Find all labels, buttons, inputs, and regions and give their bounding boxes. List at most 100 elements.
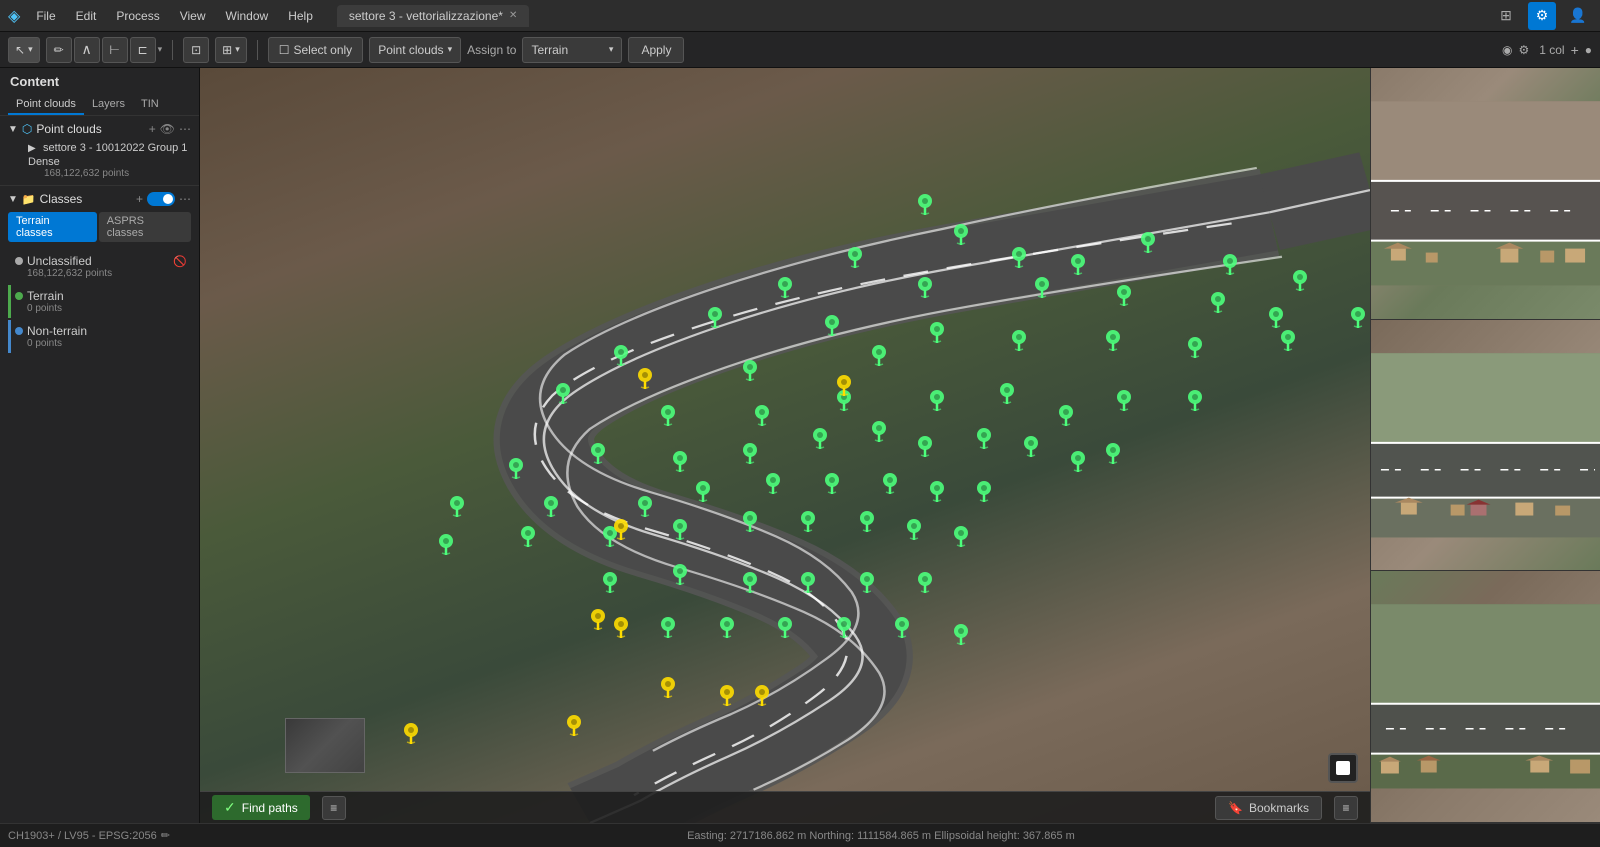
map-pin[interactable] bbox=[672, 563, 688, 589]
map-pin[interactable] bbox=[859, 510, 875, 536]
map-viewport[interactable]: ✓ Find paths ≡ 🔖 Bookmarks ≡ bbox=[200, 68, 1370, 823]
map-pin[interactable] bbox=[566, 714, 582, 740]
tab-close-button[interactable]: ✕ bbox=[509, 10, 517, 21]
add-col-button[interactable]: + bbox=[1571, 42, 1579, 58]
find-paths-button[interactable]: ✓ Find paths bbox=[212, 795, 310, 820]
map-pin[interactable] bbox=[906, 518, 922, 544]
menu-help[interactable]: Help bbox=[280, 7, 321, 25]
map-pin[interactable] bbox=[929, 480, 945, 506]
select-only-button[interactable]: ☐ Select only bbox=[268, 37, 363, 63]
asprs-classes-tab[interactable]: ASPRS classes bbox=[99, 212, 191, 242]
map-pin[interactable] bbox=[520, 525, 536, 551]
map-pin[interactable] bbox=[1116, 389, 1132, 415]
tab-point-clouds[interactable]: Point clouds bbox=[8, 95, 84, 115]
settings-filter-icon[interactable]: ⚙ bbox=[1518, 43, 1529, 57]
map-pin[interactable] bbox=[719, 684, 735, 710]
map-pin[interactable] bbox=[917, 276, 933, 302]
user-button[interactable]: 👤 bbox=[1564, 2, 1592, 30]
menu-window[interactable]: Window bbox=[218, 7, 277, 25]
map-pin[interactable] bbox=[672, 450, 688, 476]
map-pin[interactable] bbox=[742, 571, 758, 597]
map-pin[interactable] bbox=[672, 518, 688, 544]
map-pin[interactable] bbox=[695, 480, 711, 506]
bracket-tool-button[interactable]: ⊏ bbox=[130, 37, 156, 63]
map-pin[interactable] bbox=[836, 374, 852, 400]
classes-more-button[interactable]: ⋯ bbox=[179, 192, 191, 206]
classes-expand-arrow[interactable]: ▼ bbox=[8, 194, 18, 205]
map-pin[interactable] bbox=[1058, 404, 1074, 430]
classes-toggle[interactable] bbox=[147, 192, 175, 206]
map-pin[interactable] bbox=[1292, 269, 1308, 295]
map-pin[interactable] bbox=[824, 314, 840, 340]
map-pin[interactable] bbox=[742, 359, 758, 385]
map-pin[interactable] bbox=[1023, 435, 1039, 461]
map-collapse-right[interactable]: ≡ bbox=[1334, 796, 1358, 820]
map-pin[interactable] bbox=[953, 525, 969, 551]
map-pin[interactable] bbox=[917, 435, 933, 461]
class-item-terrain[interactable]: Terrain 0 points bbox=[8, 285, 191, 318]
map-pin[interactable] bbox=[1280, 329, 1296, 355]
map-pin[interactable] bbox=[590, 442, 606, 468]
map-pin[interactable] bbox=[976, 480, 992, 506]
grid-view-button[interactable]: ⊞ bbox=[1492, 2, 1520, 30]
map-pin[interactable] bbox=[613, 518, 629, 544]
more-options-button[interactable]: ⋯ bbox=[179, 122, 191, 136]
map-pin[interactable] bbox=[1034, 276, 1050, 302]
map-pin[interactable] bbox=[1070, 253, 1086, 279]
map-pin[interactable] bbox=[543, 495, 559, 521]
map-pin[interactable] bbox=[917, 571, 933, 597]
map-pin[interactable] bbox=[894, 616, 910, 642]
map-pin[interactable] bbox=[1011, 329, 1027, 355]
menu-view[interactable]: View bbox=[172, 7, 214, 25]
select-dropdown-arrow[interactable]: ▾ bbox=[28, 44, 33, 55]
map-pin[interactable] bbox=[403, 722, 419, 748]
map-pin[interactable] bbox=[707, 306, 723, 332]
ruler-tool-button[interactable]: ⊢ bbox=[102, 37, 128, 63]
edit-crs-button[interactable]: ✏ bbox=[161, 829, 170, 842]
active-tab[interactable]: settore 3 - vettorializzazione* ✕ bbox=[337, 5, 529, 27]
select-tool-button[interactable]: ↖ ▾ bbox=[8, 37, 40, 63]
map-pin[interactable] bbox=[1210, 291, 1226, 317]
menu-edit[interactable]: Edit bbox=[68, 7, 105, 25]
shape-tool-button[interactable]: ⊡ bbox=[183, 37, 209, 63]
class-item-unclassified[interactable]: Unclassified 🚫 168,122,632 points bbox=[8, 250, 191, 283]
map-pin[interactable] bbox=[871, 344, 887, 370]
map-collapse-left[interactable]: ≡ bbox=[322, 796, 346, 820]
map-pin[interactable] bbox=[613, 616, 629, 642]
map-pin[interactable] bbox=[660, 404, 676, 430]
map-pin[interactable] bbox=[929, 321, 945, 347]
map-pin[interactable] bbox=[1350, 306, 1366, 332]
map-pin[interactable] bbox=[438, 533, 454, 559]
menu-file[interactable]: File bbox=[28, 7, 63, 25]
eye-icon[interactable]: 👁 bbox=[160, 122, 175, 136]
map-pin[interactable] bbox=[1011, 246, 1027, 272]
map-pin[interactable] bbox=[637, 367, 653, 393]
add-cloud-button[interactable]: + bbox=[149, 122, 156, 136]
map-pin[interactable] bbox=[590, 608, 606, 634]
map-pin[interactable] bbox=[613, 344, 629, 370]
map-pin[interactable] bbox=[449, 495, 465, 521]
map-pin[interactable] bbox=[765, 472, 781, 498]
settings-button[interactable]: ⚙ bbox=[1528, 2, 1556, 30]
class-item-nonterrain[interactable]: Non-terrain 0 points bbox=[8, 320, 191, 353]
expand-arrow[interactable]: ▼ bbox=[8, 124, 18, 135]
filter-icon[interactable]: ◉ bbox=[1502, 43, 1512, 57]
map-pin[interactable] bbox=[917, 193, 933, 219]
map-pin[interactable] bbox=[1222, 253, 1238, 279]
tab-layers[interactable]: Layers bbox=[84, 95, 133, 115]
terrain-classes-tab[interactable]: Terrain classes bbox=[8, 212, 97, 242]
add-class-button[interactable]: + bbox=[136, 192, 143, 206]
map-pin[interactable] bbox=[859, 571, 875, 597]
bookmarks-button[interactable]: 🔖 Bookmarks bbox=[1215, 796, 1322, 820]
map-pin[interactable] bbox=[602, 571, 618, 597]
map-pin[interactable] bbox=[836, 616, 852, 642]
map-pin[interactable] bbox=[742, 442, 758, 468]
map-pin[interactable] bbox=[800, 571, 816, 597]
map-pin[interactable] bbox=[882, 472, 898, 498]
dropdown-arrow-draw[interactable]: ▾ bbox=[158, 44, 163, 55]
map-pin[interactable] bbox=[953, 223, 969, 249]
map-pin[interactable] bbox=[754, 684, 770, 710]
map-pin[interactable] bbox=[508, 457, 524, 483]
polygon-tool-button[interactable]: ∧ bbox=[74, 37, 100, 63]
tab-tin[interactable]: TIN bbox=[133, 95, 167, 115]
